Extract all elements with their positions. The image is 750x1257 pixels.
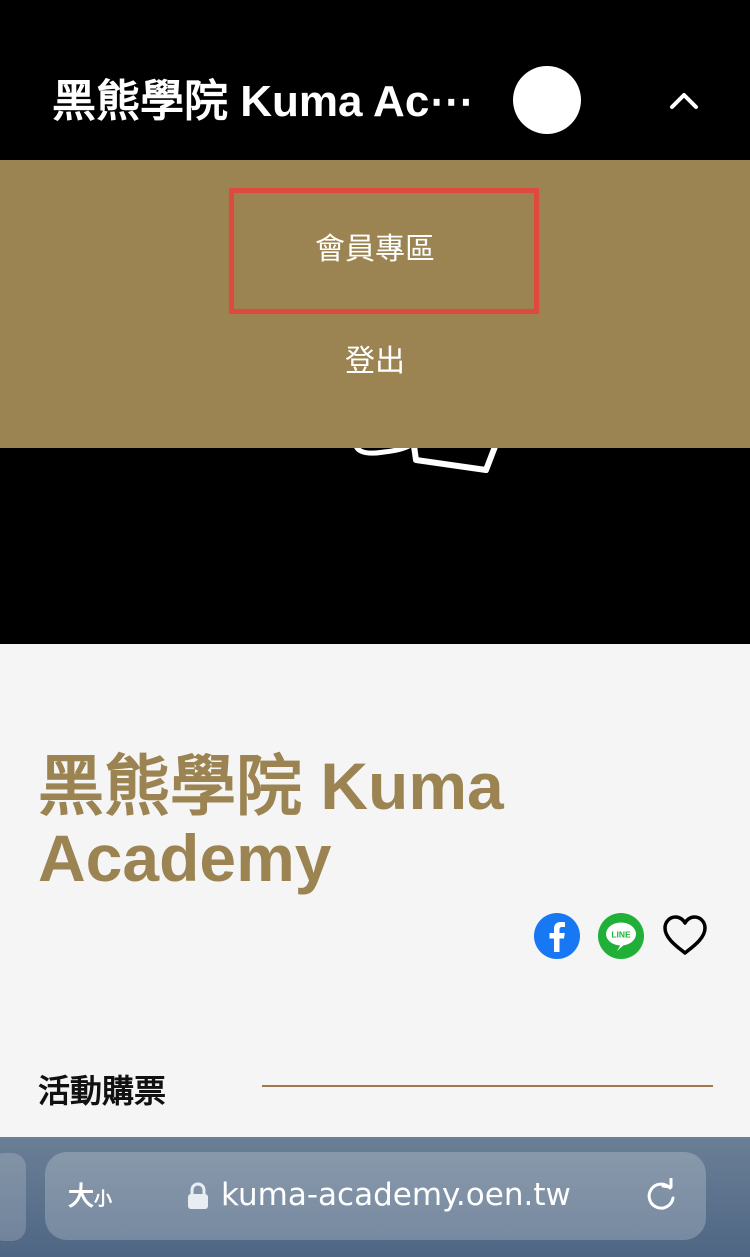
- lock-icon: [188, 1182, 208, 1209]
- user-avatar[interactable]: [513, 66, 581, 134]
- previous-tab-edge[interactable]: [0, 1153, 26, 1241]
- hero-banner: [0, 448, 750, 644]
- section-heading-tickets: 活動購票: [38, 1072, 167, 1110]
- svg-text:LINE: LINE: [611, 930, 631, 940]
- page-title: 黑熊學院 Kuma Academy: [38, 749, 504, 895]
- share-row: LINE: [533, 912, 709, 960]
- dropdown-menu: 會員專區 登出: [0, 160, 750, 448]
- text-size-button[interactable]: 大小: [68, 1176, 112, 1213]
- url-field[interactable]: 大小 kuma-academy.oen.tw: [45, 1152, 706, 1240]
- site-title[interactable]: 黑熊學院 Kuma Ac⋯: [52, 72, 507, 132]
- text-size-small-glyph: 小: [94, 1189, 113, 1210]
- collapse-menu-button[interactable]: [662, 78, 706, 122]
- menu-item-member-area[interactable]: 會員專區: [0, 230, 750, 270]
- facebook-icon[interactable]: [533, 912, 581, 960]
- section-divider: [262, 1085, 713, 1087]
- url-text: kuma-academy.oen.tw: [221, 1177, 571, 1213]
- main-content: 黑熊學院 Kuma Academy LINE 活動購票: [0, 644, 750, 1139]
- heart-icon[interactable]: [661, 912, 709, 960]
- reload-icon[interactable]: [643, 1178, 679, 1214]
- browser-address-bar: 大小 kuma-academy.oen.tw: [0, 1137, 750, 1257]
- hero-illustration: [354, 448, 498, 473]
- line-icon[interactable]: LINE: [597, 912, 645, 960]
- text-size-large-glyph: 大: [68, 1182, 95, 1212]
- chevron-up-icon: [670, 93, 698, 109]
- menu-item-logout[interactable]: 登出: [0, 342, 750, 382]
- top-navigation-bar: 黑熊學院 Kuma Ac⋯: [0, 0, 750, 160]
